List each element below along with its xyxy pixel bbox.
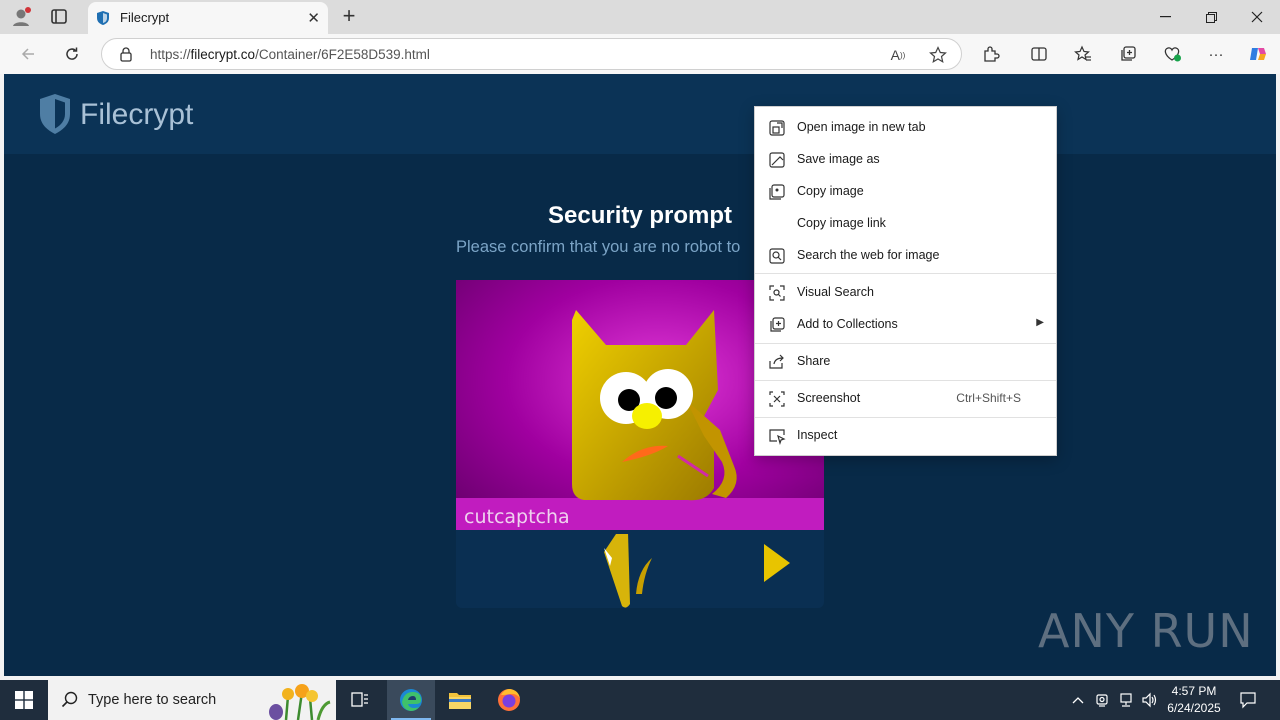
site-logo-text[interactable]: Filecrypt — [80, 98, 193, 132]
clock-date: 6/24/2025 — [1167, 701, 1221, 715]
menu-item-visual-search[interactable]: Visual Search — [755, 277, 1056, 309]
close-tab-icon[interactable]: ✕ — [307, 9, 320, 27]
lock-icon[interactable] — [118, 46, 134, 62]
search-icon — [61, 691, 79, 709]
profile-icon[interactable] — [10, 6, 32, 28]
chevron-up-icon[interactable] — [1068, 690, 1088, 710]
menu-separator — [755, 380, 1056, 381]
firefox-icon[interactable] — [485, 680, 533, 720]
collections-icon — [768, 316, 786, 334]
new-tab-button[interactable]: + — [338, 4, 360, 28]
page-title: Security prompt — [547, 202, 733, 229]
inspect-icon — [768, 427, 786, 446]
address-bar[interactable]: https://filecrypt.co/Container/6F2E58D53… — [101, 38, 962, 70]
url-text[interactable]: https://filecrypt.co/Container/6F2E58D53… — [150, 47, 430, 62]
tab-title: Filecrypt — [120, 10, 170, 25]
filecrypt-shield-icon[interactable] — [38, 92, 72, 136]
browser-tab[interactable]: Filecrypt ✕ — [88, 2, 328, 34]
refresh-icon[interactable] — [60, 42, 84, 66]
web-page: Filecrypt Security prompt Please confirm… — [4, 74, 1276, 676]
menu-label: Save image as — [797, 152, 880, 166]
menu-item-add-to-collections[interactable]: Add to Collections ▶ — [755, 309, 1056, 341]
page-subtitle: Please confirm that you are no robot to — [456, 238, 741, 256]
menu-label: Inspect — [797, 428, 838, 442]
menu-label: Copy image — [797, 184, 864, 198]
menu-item-inspect[interactable]: Inspect — [755, 420, 1056, 452]
menu-separator — [755, 343, 1056, 344]
submenu-arrow-icon: ▶ — [1036, 317, 1044, 328]
network-icon[interactable] — [1116, 690, 1136, 710]
read-aloud-icon[interactable]: A)) — [888, 45, 908, 65]
captcha-controls — [456, 530, 824, 608]
menu-separator — [755, 417, 1056, 418]
menu-item-copy-image-link[interactable]: Copy image link — [755, 208, 1056, 240]
context-menu: Open image in new tab Save image as Copy… — [754, 106, 1057, 456]
menu-item-screenshot[interactable]: Screenshot Ctrl+Shift+S — [755, 383, 1056, 415]
menu-item-copy-image[interactable]: Copy image — [755, 176, 1056, 208]
save-image-icon — [768, 151, 786, 169]
anyrun-watermark: ANY RUN — [1038, 604, 1254, 658]
minimize-icon[interactable] — [1142, 0, 1188, 34]
tab-actions-icon[interactable] — [50, 8, 70, 26]
collections-toolbar-icon[interactable] — [1116, 42, 1140, 66]
edge-taskbar-icon[interactable] — [387, 680, 435, 720]
open-new-tab-icon — [768, 119, 786, 137]
favorites-icon[interactable] — [1071, 42, 1095, 66]
menu-label: Add to Collections — [797, 317, 898, 331]
menu-item-save-image-as[interactable]: Save image as — [755, 144, 1056, 176]
back-icon[interactable] — [16, 42, 40, 66]
title-bar: Filecrypt ✕ + — [0, 0, 1280, 34]
close-window-icon[interactable] — [1234, 0, 1280, 34]
menu-separator — [755, 273, 1056, 274]
split-screen-icon[interactable] — [1027, 42, 1051, 66]
captcha-piece-icon[interactable] — [596, 532, 664, 608]
menu-item-open-image-new-tab[interactable]: Open image in new tab — [755, 112, 1056, 144]
watermark-text: ANY RUN — [1038, 604, 1254, 658]
play-arrow-icon[interactable] — [762, 542, 792, 584]
search-highlight-flowers-icon — [266, 682, 334, 720]
menu-item-share[interactable]: Share — [755, 346, 1056, 378]
copy-image-icon — [768, 183, 786, 201]
search-web-icon — [768, 247, 786, 265]
favorite-star-icon[interactable] — [928, 45, 948, 65]
site-header: Filecrypt — [4, 74, 1276, 154]
taskbar: Type here to search 4:57 PM 6/24/2025 — [0, 680, 1280, 720]
system-clock[interactable]: 4:57 PM 6/24/2025 — [1160, 683, 1228, 717]
file-explorer-icon[interactable] — [436, 680, 484, 720]
windows-start-icon[interactable] — [0, 680, 48, 720]
clock-time: 4:57 PM — [1171, 684, 1217, 698]
screenshot-icon — [768, 390, 786, 408]
notification-icon[interactable] — [1238, 690, 1258, 710]
shield-icon — [96, 10, 110, 26]
url-path: /Container/6F2E58D539.html — [255, 47, 430, 62]
taskbar-search-input[interactable]: Type here to search — [48, 680, 336, 720]
extensions-icon[interactable] — [979, 42, 1003, 66]
search-placeholder: Type here to search — [88, 692, 217, 708]
cutcaptcha-logo: cutcaptcha — [464, 506, 570, 528]
menu-label: Open image in new tab — [797, 120, 926, 134]
menu-shortcut: Ctrl+Shift+S — [956, 391, 1021, 405]
navigation-bar: https://filecrypt.co/Container/6F2E58D53… — [0, 34, 1280, 74]
browser-essentials-icon[interactable] — [1160, 42, 1184, 66]
menu-item-search-web-for-image[interactable]: Search the web for image — [755, 240, 1056, 272]
share-icon — [768, 353, 786, 371]
more-options-icon[interactable]: ··· — [1204, 42, 1228, 66]
menu-label: Visual Search — [797, 285, 874, 299]
menu-label: Search the web for image — [797, 248, 940, 262]
device-icon[interactable] — [1092, 690, 1112, 710]
task-view-icon[interactable] — [336, 680, 384, 720]
volume-icon[interactable] — [1140, 690, 1160, 710]
menu-label: Screenshot — [797, 391, 861, 405]
visual-search-icon — [768, 284, 786, 302]
copilot-icon[interactable] — [1246, 42, 1270, 66]
url-scheme: https:// — [150, 47, 191, 62]
restore-icon[interactable] — [1188, 0, 1234, 34]
menu-label: Share — [797, 354, 831, 368]
url-domain: filecrypt.co — [190, 47, 256, 62]
menu-label: Copy image link — [797, 216, 886, 230]
